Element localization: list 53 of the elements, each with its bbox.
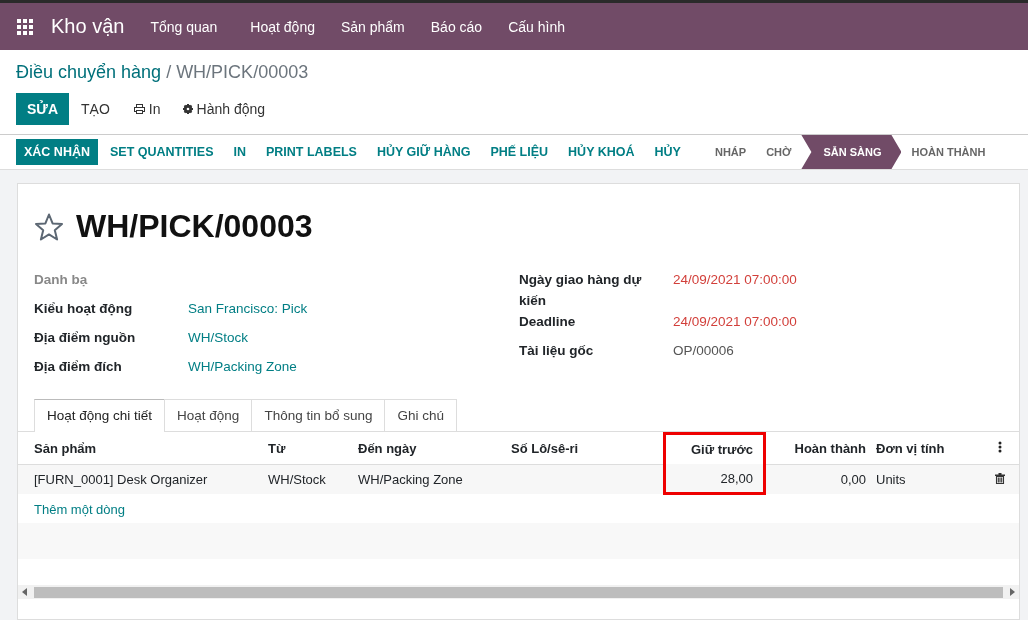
status-stage[interactable]: HOÀN THÀNH (901, 135, 996, 169)
notebook-tab[interactable]: Hoạt động chi tiết (34, 399, 166, 432)
nav-menu-item[interactable]: Hoạt động (250, 18, 315, 35)
column-header[interactable]: Đơn vị tính (876, 433, 981, 464)
breadcrumb-link[interactable]: Điều chuyển hàng (16, 62, 162, 82)
table-cell: 28,00 (720, 470, 753, 486)
field-value-link[interactable]: San Francisco: Pick (188, 298, 308, 327)
field-value: 24/09/2021 07:00:00 (673, 313, 797, 331)
field-label: Tài liệu gốc (519, 342, 595, 360)
action-button[interactable]: Hành động (172, 93, 276, 125)
print-button[interactable]: In (123, 93, 171, 125)
app-name[interactable]: Kho vận (51, 15, 125, 38)
status-stage[interactable]: CHỜ (756, 135, 802, 169)
header-button[interactable]: HỦY KHOÁ (560, 139, 643, 165)
header-button[interactable]: HỦY GIỮ HÀNG (368, 139, 479, 165)
table-cell: 0,00 (840, 471, 866, 487)
field-value: 24/09/2021 07:00:00 (673, 271, 797, 289)
create-button[interactable]: TẠO (71, 93, 120, 125)
field-value-link[interactable]: WH/Packing Zone (188, 356, 297, 385)
header-button[interactable]: PRINT LABELS (257, 139, 365, 165)
column-header[interactable]: Từ (268, 433, 358, 464)
add-line-link[interactable]: Thêm một dòng (34, 501, 126, 517)
field-label: Địa điểm nguồn (34, 329, 137, 347)
status-stage[interactable]: SẴN SÀNG (801, 135, 902, 169)
field-label: Kiểu hoạt động (34, 300, 134, 318)
edit-button[interactable]: SỬA (16, 93, 70, 125)
field-value-link[interactable]: WH/Stock (188, 327, 248, 356)
field-value: OP/00006 (673, 342, 734, 360)
field-label: Ngày giao hàng dự kiến (519, 271, 643, 310)
table-cell: [FURN_0001] Desk Organizer (34, 471, 208, 487)
column-header[interactable]: Sản phẩm (18, 433, 268, 464)
table-cell: WH/Stock (268, 471, 326, 487)
table-cell: WH/Packing Zone (358, 471, 463, 487)
breadcrumb-current: / WH/PICK/00003 (166, 62, 309, 82)
record-title: WH/PICK/00003 (76, 208, 313, 245)
header-button[interactable]: SET QUANTITIES (102, 139, 222, 165)
field-label: Deadline (519, 313, 577, 331)
column-header[interactable]: Số Lô/sê-ri (511, 433, 665, 464)
field-label: Danh bạ (34, 271, 89, 289)
header-button[interactable]: XÁC NHẬN (16, 139, 98, 165)
notebook-tab[interactable]: Ghi chú (384, 399, 457, 431)
field-label: Địa điểm đích (34, 358, 123, 376)
column-header[interactable]: Hoàn thành (764, 433, 876, 464)
column-header[interactable]: Đến ngày (358, 433, 511, 464)
header-button[interactable]: IN (225, 139, 254, 165)
nav-menu-item[interactable]: Báo cáo (430, 18, 483, 35)
header-button[interactable]: PHẾ LIỆU (482, 139, 557, 165)
table-cell: Units (876, 471, 906, 487)
status-stage[interactable]: NHÁP (704, 135, 757, 169)
nav-menu-item[interactable]: Tổng quan (150, 18, 218, 35)
nav-menu-item[interactable]: Cấu hình (508, 18, 565, 35)
nav-menu-item[interactable]: Sản phẩm (340, 18, 405, 35)
header-button[interactable]: HỦY (646, 139, 689, 165)
